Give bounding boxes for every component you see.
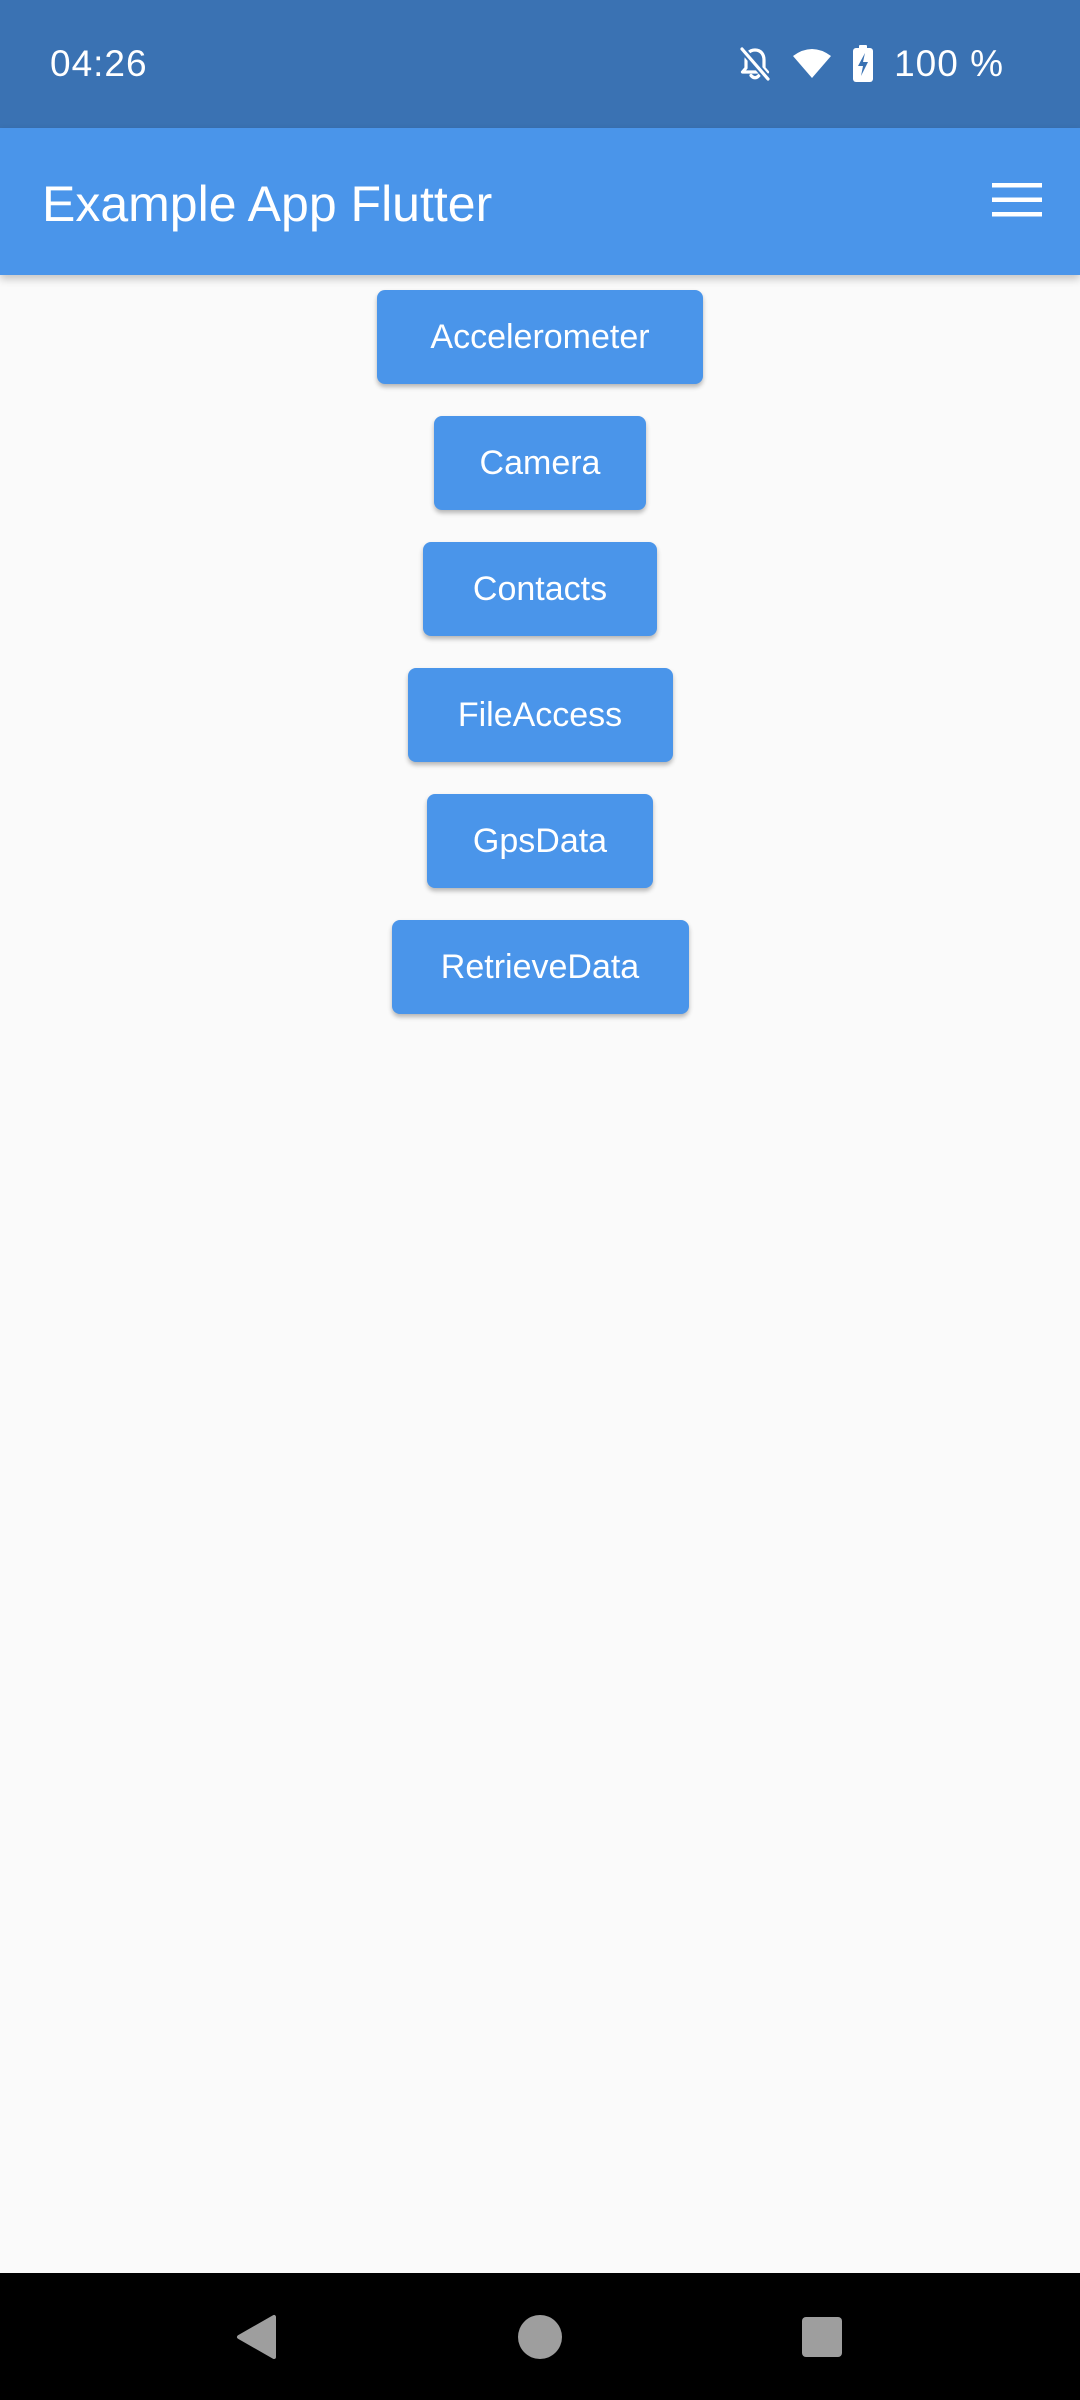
- home-icon[interactable]: [516, 2313, 564, 2366]
- battery-charging-icon: [852, 45, 874, 83]
- battery-percentage: 100 %: [894, 43, 1004, 84]
- status-bar: 04:26 100 %: [0, 0, 1080, 128]
- contacts-button[interactable]: Contacts: [423, 542, 657, 636]
- back-icon[interactable]: [234, 2313, 278, 2366]
- status-icons: 100 %: [738, 38, 1004, 90]
- wifi-icon: [792, 48, 832, 80]
- app-title: Example App Flutter: [42, 176, 493, 232]
- accelerometer-button[interactable]: Accelerometer: [377, 290, 703, 384]
- gps-data-button[interactable]: GpsData: [427, 794, 653, 888]
- menu-button[interactable]: [984, 169, 1050, 235]
- file-access-button[interactable]: FileAccess: [407, 668, 673, 762]
- hamburger-menu-icon: [992, 182, 1042, 223]
- button-list: Accelerometer Camera Contacts FileAccess…: [0, 290, 1080, 1014]
- recents-icon[interactable]: [801, 2316, 843, 2363]
- retrieve-data-button[interactable]: RetrieveData: [391, 920, 689, 1014]
- camera-button[interactable]: Camera: [434, 416, 646, 510]
- status-time: 04:26: [50, 43, 148, 84]
- notifications-off-icon: [738, 46, 772, 82]
- navigation-bar: [0, 2273, 1080, 2400]
- app-bar: Example App Flutter: [0, 128, 1080, 275]
